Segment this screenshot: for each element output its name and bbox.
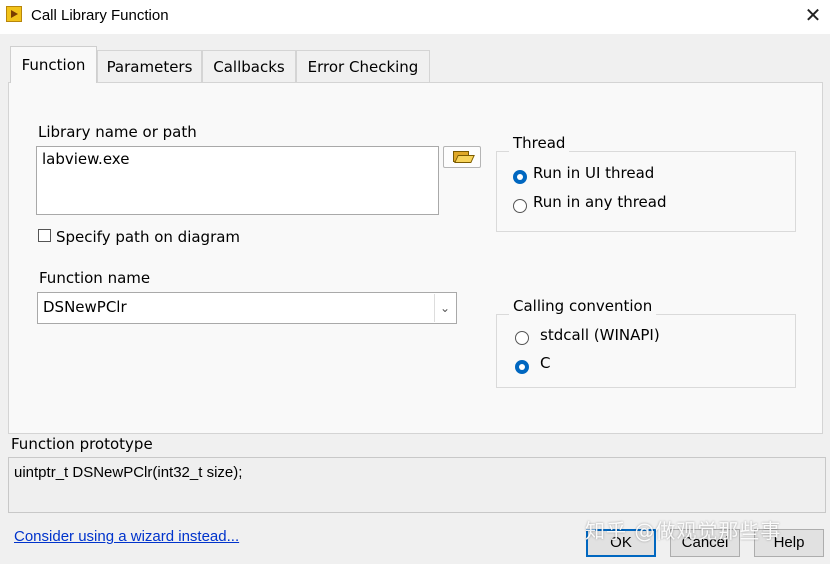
tab-callbacks-label: Callbacks (213, 58, 285, 76)
library-path-value: labview.exe (42, 150, 130, 168)
radio-run-ui-thread[interactable] (513, 170, 527, 184)
ok-button[interactable]: OK (586, 529, 656, 557)
tab-callbacks[interactable]: Callbacks (202, 50, 296, 82)
tab-function-label: Function (21, 56, 86, 74)
function-name-combobox[interactable]: DSNewPClr ⌄ (37, 292, 457, 324)
prototype-display: uintptr_t DSNewPClr(int32_t size); (8, 457, 826, 513)
radio-stdcall[interactable] (515, 331, 529, 345)
tab-error-checking-label: Error Checking (307, 58, 419, 76)
library-path-input[interactable]: labview.exe (36, 146, 439, 215)
cancel-button[interactable]: Cancel (670, 529, 740, 557)
tab-error-checking[interactable]: Error Checking (296, 50, 430, 82)
tab-parameters-label: Parameters (106, 58, 193, 76)
run-any-thread-label: Run in any thread (533, 193, 667, 211)
chevron-down-icon[interactable]: ⌄ (434, 294, 455, 322)
window-title: Call Library Function (31, 7, 169, 24)
prototype-label: Function prototype (11, 435, 153, 453)
labview-icon (6, 6, 22, 22)
library-label: Library name or path (38, 123, 197, 141)
radio-run-any-thread[interactable] (513, 199, 527, 213)
tab-function[interactable]: Function (10, 46, 97, 83)
function-name-value: DSNewPClr (43, 298, 127, 316)
specify-path-checkbox[interactable] (38, 229, 51, 242)
prototype-value: uintptr_t DSNewPClr(int32_t size); (14, 464, 243, 481)
tab-parameters[interactable]: Parameters (97, 50, 202, 82)
stdcall-label: stdcall (WINAPI) (540, 326, 660, 344)
c-convention-label: C (540, 354, 551, 372)
title-bar: Call Library Function ✕ (0, 0, 830, 34)
run-ui-thread-label: Run in UI thread (533, 164, 655, 182)
thread-group-title: Thread (509, 134, 570, 152)
browse-button[interactable] (443, 146, 481, 168)
calling-convention-title: Calling convention (509, 297, 657, 315)
function-name-label: Function name (39, 269, 151, 287)
help-button[interactable]: Help (754, 529, 824, 557)
close-button[interactable]: ✕ (796, 0, 830, 32)
radio-c-convention[interactable] (515, 360, 529, 374)
wizard-link[interactable]: Consider using a wizard instead... (14, 528, 239, 545)
specify-path-label: Specify path on diagram (56, 228, 241, 246)
